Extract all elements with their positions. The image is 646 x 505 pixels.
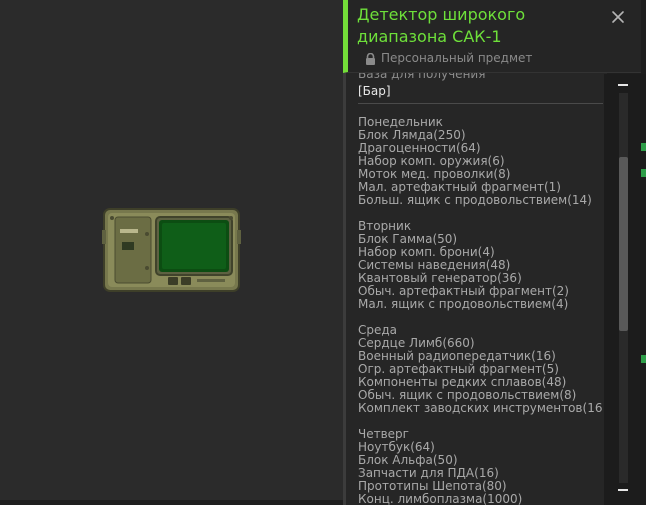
reward-item: Комплект заводских инструментов(16)	[358, 401, 603, 415]
base-value: [Бар]	[358, 84, 391, 98]
reward-item: Больш. ящик с продовольствием(14)	[358, 193, 592, 207]
reward-item: Конц. лимбоплазма(1000)	[358, 492, 523, 505]
item-header: Детектор широкого диапазона САК-1 Персон…	[343, 0, 641, 73]
lock-icon	[366, 53, 375, 65]
personal-item-label: Персональный предмет	[381, 51, 533, 65]
edge-glyph	[641, 143, 646, 151]
scrollbar-thumb[interactable]	[619, 157, 628, 331]
item-title: Детектор широкого диапазона САК-1	[357, 5, 526, 46]
preview-bottom-strip	[0, 500, 343, 505]
day-block: Вторник Блок Гамма(50) Набор комп. брони(4…	[358, 220, 603, 311]
edge-glyph	[641, 355, 646, 363]
item-preview-area	[0, 0, 343, 505]
schedule-list: Понедельник Блок Лямда(250) Драгоценности(…	[358, 116, 603, 505]
info-content[interactable]: База для получения [Бар] Понедельник Блок…	[358, 70, 603, 505]
divider	[358, 103, 603, 104]
close-icon[interactable]	[611, 10, 625, 24]
day-block: Понедельник Блок Лямда(250) Драгоценности(…	[358, 116, 603, 207]
scroll-down-button[interactable]	[618, 489, 628, 491]
day-block: Среда Сердце Лимб(660) Военный радиопереда…	[358, 324, 603, 415]
scroll-up-button[interactable]	[618, 84, 628, 86]
reward-item: Мал. ящик с продовольствием(4)	[358, 297, 569, 311]
edge-glyph	[641, 169, 646, 177]
detector-device-image	[102, 208, 241, 292]
day-block: Четверг Ноутбук(64) Блок Альфа(50) Запчасти…	[358, 428, 603, 505]
